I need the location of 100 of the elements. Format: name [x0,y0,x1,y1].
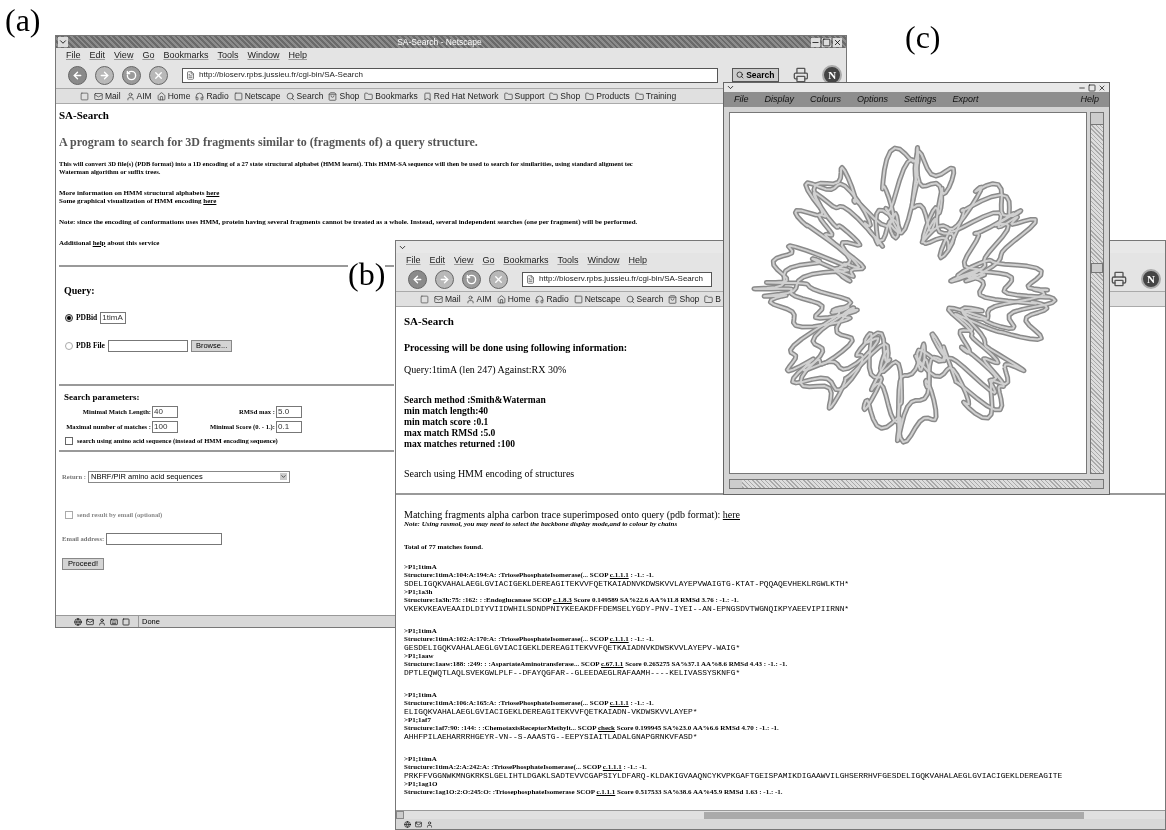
menu-item[interactable]: File [406,255,421,265]
bookmark-link[interactable]: Netscape [244,91,281,101]
bookmark-link[interactable]: Home [507,294,531,304]
bookmark-link[interactable]: Shop [560,91,581,101]
input-field[interactable]: 40 [152,406,178,418]
bookmark-link[interactable]: Shop [339,91,360,101]
mail-icon[interactable] [415,820,422,828]
input-field[interactable] [106,532,223,545]
globe-icon[interactable] [404,820,411,828]
back-button[interactable] [68,65,87,85]
menu-item[interactable]: Go [482,255,495,265]
bookmark-link[interactable]: B [715,294,721,304]
menu-item[interactable]: View [114,50,134,60]
menu-item[interactable]: Window [587,255,620,265]
menu-item[interactable]: Bookmarks [503,255,549,265]
forward-button[interactable] [95,65,114,85]
vertical-scrollbar[interactable] [1090,111,1104,474]
menu-item[interactable]: Bookmarks [163,50,209,60]
menu-item[interactable]: Help [288,50,307,60]
menu-item[interactable]: Tools [557,255,579,265]
bag-icon [668,294,678,304]
printer-icon[interactable] [1111,271,1127,287]
menu-item[interactable]: Help [628,255,647,265]
menu-item[interactable]: Edit [89,50,106,60]
menu-item[interactable]: Window [247,50,280,60]
maximize-icon[interactable] [822,37,831,47]
bookmark-link[interactable]: Radio [546,294,569,304]
bookmark-icon [422,91,432,101]
checkbox[interactable] [65,436,73,445]
forward-button[interactable] [435,269,454,289]
address-field[interactable]: http://bioserv.rpbs.jussieu.fr/cgi-bin/SA-Search [182,67,719,83]
input-field[interactable]: 1timA [100,311,127,324]
menu-item[interactable]: Colours [810,92,842,107]
folder-icon [549,91,559,101]
reload-button[interactable] [462,269,481,289]
setting-text: max matches returned :100 [404,438,516,450]
menu-item[interactable]: Options [857,92,889,107]
menu-item[interactable]: Tools [217,50,239,60]
bookmark-link[interactable]: Bookmarks [375,91,418,101]
menu-item[interactable]: Export [952,92,979,107]
bookmark-link[interactable]: Support [514,91,545,101]
bookmark-link[interactable]: AIM [476,294,492,304]
menu-item[interactable]: Settings [904,92,937,107]
stop-button[interactable] [149,65,168,85]
bookmark-link[interactable]: Red Hat Network [433,91,499,101]
input-field[interactable]: 100 [152,421,178,433]
setting-text: min match length:40 [404,405,489,417]
close-icon[interactable] [833,37,842,47]
radio-button[interactable] [65,313,73,322]
bookmark-link[interactable]: Training [645,91,677,101]
menu-item[interactable]: Help [1080,92,1099,107]
person-icon[interactable] [426,820,433,828]
person-icon [465,294,475,304]
logo[interactable]: N [1141,269,1161,289]
bookmark-link[interactable]: AIM [136,91,152,101]
input-field[interactable]: 5.0 [276,406,302,418]
logo[interactable]: N [822,65,842,85]
maximize-icon[interactable] [1088,83,1096,92]
person-icon[interactable] [98,617,106,626]
panel-label: (c) [905,18,941,57]
menu-item[interactable]: Go [142,50,155,60]
search-icon [625,294,635,304]
here-link[interactable]: here [722,508,740,520]
bookmark-link[interactable]: Products [596,91,630,101]
back-button[interactable] [408,269,427,289]
bookmark-link[interactable]: Home [167,91,191,101]
radio-button[interactable] [65,341,73,350]
menu-item[interactable]: Display [764,92,795,107]
address-field[interactable]: http://bioserv.rpbs.jussieu.fr/cgi-bin/SA-Search [522,271,712,287]
mail-icon[interactable] [86,617,94,626]
bookmark-link[interactable]: Mail [105,91,121,101]
tab-icon[interactable] [420,294,429,304]
minimize-icon[interactable] [811,37,820,47]
bookmark-link[interactable]: Search [296,91,324,101]
bookmark-link[interactable]: Netscape [584,294,621,304]
window-menu-icon[interactable] [58,37,68,47]
bookmark-link[interactable]: Search [636,294,664,304]
globe-icon[interactable] [74,617,82,626]
dropdown-icon [280,473,287,481]
printer-icon[interactable] [792,67,809,83]
menu-item[interactable]: View [454,255,474,265]
reload-button[interactable] [122,65,141,85]
menu-item[interactable]: File [66,50,81,60]
bookmark-link[interactable]: Mail [445,294,461,304]
menu-item[interactable]: Edit [429,255,446,265]
square-icon[interactable] [122,617,130,626]
stop-button[interactable] [489,269,508,289]
square-icon [233,91,243,101]
search-button[interactable]: Search [732,68,779,82]
keyboard-icon[interactable] [110,617,118,626]
horizontal-scrollbar[interactable] [729,478,1104,489]
input-field[interactable] [107,339,188,352]
input-field[interactable]: 0.1 [276,421,302,433]
search-icon [736,71,745,79]
bookmark-link[interactable]: Shop [679,294,700,304]
horizontal-scrollbar[interactable] [396,810,1165,819]
tab-icon[interactable] [80,91,89,101]
bookmark-link[interactable]: Radio [206,91,229,101]
close-icon[interactable] [1098,83,1106,92]
menu-item[interactable]: File [734,92,749,107]
